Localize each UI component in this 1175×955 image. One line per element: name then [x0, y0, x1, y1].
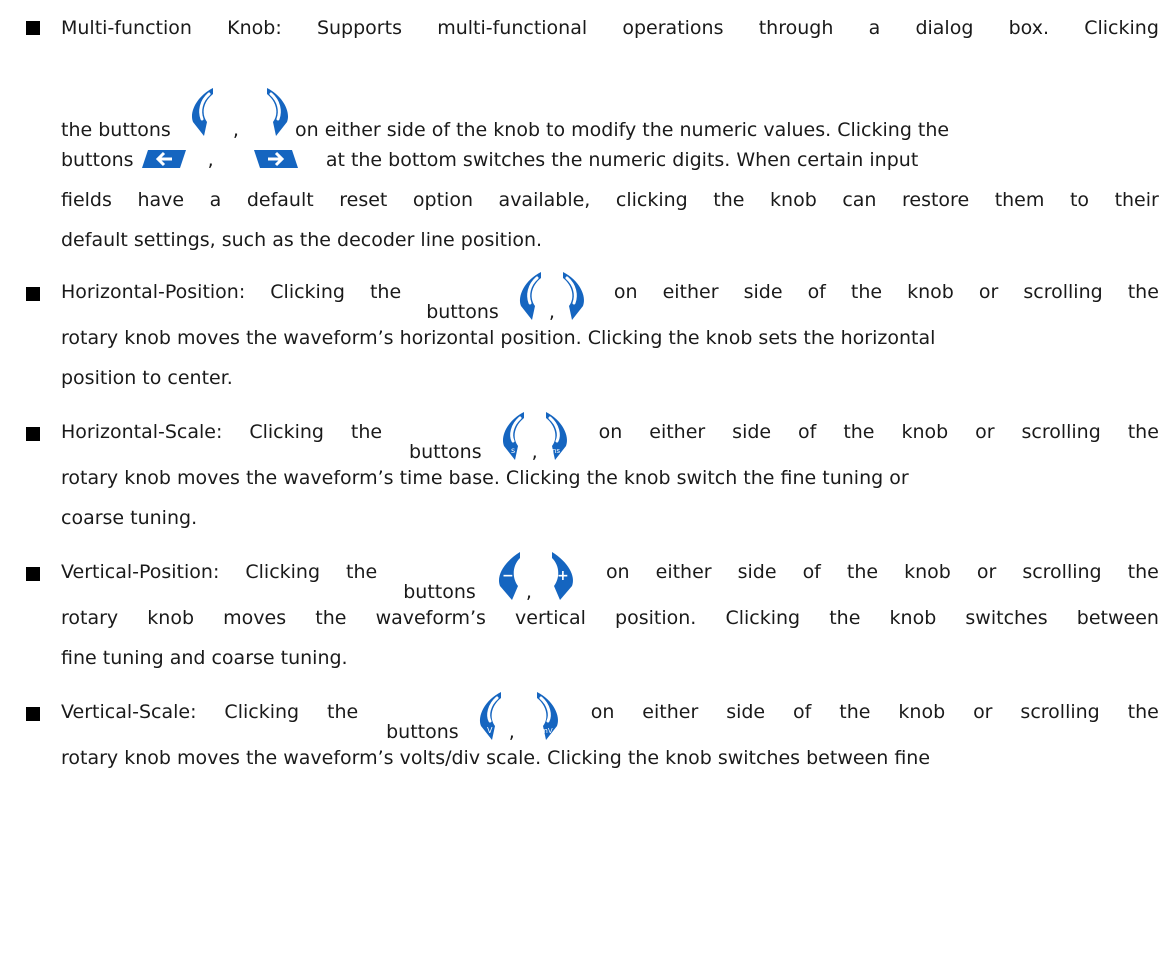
knob-time-seconds-icon[interactable]: s [498, 410, 532, 462]
bullet-square [26, 707, 40, 721]
knob-millivolts-icon[interactable]: mV [529, 690, 563, 742]
text-line: fine tuning and coarse tuning. [61, 647, 348, 669]
knob-volts-icon[interactable]: V [475, 690, 509, 742]
text-line: fields have a default reset option available, c… [61, 189, 1159, 211]
knob-rotate-right-icon[interactable] [555, 270, 589, 322]
knob-plus-icon[interactable]: + [546, 550, 580, 602]
svg-text:mV: mV [541, 727, 553, 735]
bullet-square [26, 567, 40, 581]
knob-rotate-left-icon[interactable] [187, 86, 221, 138]
text-line: buttons , at the bottom switches the num… [61, 148, 919, 171]
knob-time-ns-icon[interactable]: ns [538, 410, 572, 462]
text-line: Vertical-Scale: Clicking the buttons V , m… [61, 690, 1159, 743]
text-line: rotary knob moves the waveform’s time ba… [61, 467, 909, 489]
svg-text:s: s [511, 446, 515, 455]
svg-text:−: − [502, 568, 514, 584]
digit-right-button-icon[interactable] [246, 148, 300, 170]
text-line: the buttons , on either side of the knob… [61, 86, 1159, 141]
digit-left-button-icon[interactable] [140, 148, 194, 170]
text-line: rotary knob moves the waveform’s volts/d… [61, 747, 931, 769]
svg-text:+: + [557, 568, 569, 584]
text-line: default settings, such as the decoder li… [61, 229, 543, 251]
knob-minus-icon[interactable]: − [492, 550, 526, 602]
text-line: Horizontal-Scale: Clicking the buttons s ,… [61, 410, 1159, 463]
text-line: rotary knob moves the waveform’s horizon… [61, 327, 936, 349]
knob-rotate-right-icon[interactable] [259, 86, 293, 138]
svg-text:ns: ns [552, 447, 560, 455]
svg-text:V: V [487, 726, 493, 735]
bullet-square [26, 427, 40, 441]
knob-rotate-left-icon[interactable] [515, 270, 549, 322]
text-line: position to center. [61, 367, 233, 389]
document-page: Multi-function Knob: Supports multi-functio… [0, 0, 1175, 955]
bullet-square [26, 287, 40, 301]
text-line: Multi-function Knob: Supports multi-functio… [61, 17, 1159, 39]
text-line: Horizontal-Position: Clicking the buttons … [61, 270, 1159, 323]
bullet-square [26, 21, 40, 35]
text-line: coarse tuning. [61, 507, 198, 529]
text-line: rotary knob moves the waveform’s vertical posi… [61, 607, 1159, 629]
text-line: Vertical-Position: Clicking the buttons − … [61, 550, 1159, 603]
